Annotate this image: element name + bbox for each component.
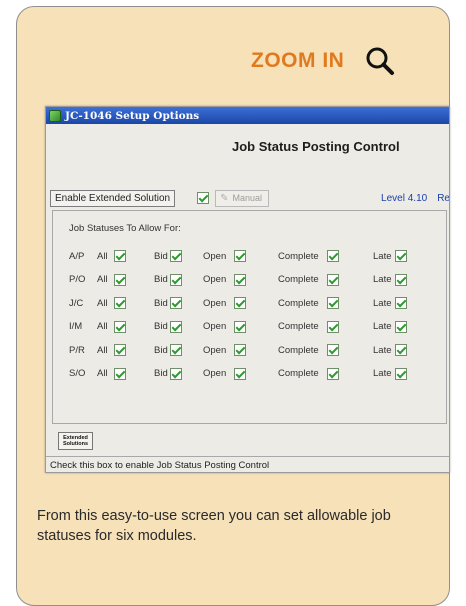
all-checkbox[interactable]	[114, 297, 126, 309]
module-label: P/O	[69, 274, 86, 285]
complete-checkbox[interactable]	[327, 344, 339, 356]
all-label: All	[97, 368, 108, 379]
bid-checkbox[interactable]	[170, 367, 182, 380]
bid-label: Bid	[154, 250, 168, 262]
all-label: All	[97, 321, 108, 332]
bid-checkbox[interactable]	[170, 320, 182, 333]
all-checkbox[interactable]	[114, 367, 126, 380]
open-label: Open	[203, 250, 227, 262]
late-checkbox[interactable]	[395, 367, 407, 380]
status-row: S/O All Bid Open Complete Late	[53, 366, 448, 382]
complete-checkbox[interactable]	[327, 367, 339, 380]
bid-checkbox[interactable]	[170, 273, 182, 286]
module-label: J/C	[69, 297, 84, 309]
module-label: A/P	[69, 250, 85, 262]
open-checkbox[interactable]	[234, 297, 246, 309]
status-bar: Check this box to enable Job Status Post…	[46, 456, 449, 472]
open-checkbox[interactable]	[234, 344, 246, 356]
late-checkbox[interactable]	[395, 320, 407, 333]
open-checkbox[interactable]	[234, 250, 246, 262]
complete-label: Complete	[278, 274, 319, 285]
all-checkbox[interactable]	[114, 273, 126, 286]
open-checkbox[interactable]	[234, 367, 246, 380]
enable-extended-label: Enable Extended Solution	[50, 189, 176, 207]
complete-label: Complete	[278, 321, 319, 332]
late-checkbox[interactable]	[395, 250, 407, 262]
late-label: Late	[373, 321, 392, 332]
open-label: Open	[203, 274, 227, 285]
open-checkbox[interactable]	[234, 273, 246, 286]
late-checkbox[interactable]	[395, 297, 407, 309]
complete-checkbox[interactable]	[327, 273, 339, 286]
all-checkbox[interactable]	[114, 344, 126, 356]
group-title: Job Statuses To Allow For:	[69, 223, 181, 234]
late-checkbox[interactable]	[395, 273, 407, 286]
complete-checkbox[interactable]	[327, 297, 339, 309]
extended-solutions-button[interactable]: Extended Solutions	[58, 432, 93, 450]
status-row: A/P All Bid Open Complete Late	[53, 248, 448, 264]
window-titlebar[interactable]: JC-1046 Setup Options	[46, 107, 449, 124]
page-heading: Job Status Posting Control	[232, 139, 400, 154]
complete-label: Complete	[278, 297, 319, 309]
job-status-group: Job Statuses To Allow For: A/P All Bid Open…	[52, 210, 447, 424]
setup-options-window: JC-1046 Setup Options Job Status Posting…	[45, 106, 450, 473]
late-label: Late	[373, 297, 392, 309]
status-row: J/C All Bid Open Complete Late	[53, 295, 448, 311]
open-label: Open	[203, 297, 227, 309]
open-label: Open	[203, 344, 227, 356]
complete-checkbox[interactable]	[327, 250, 339, 262]
complete-label: Complete	[278, 344, 319, 356]
late-label: Late	[373, 250, 392, 262]
module-label: I/M	[69, 321, 83, 332]
level-link[interactable]: Level 4.10	[381, 193, 427, 204]
late-checkbox[interactable]	[395, 344, 407, 356]
toolbar: Enable Extended Solution ✎ Manual Level …	[50, 187, 449, 209]
bid-label: Bid	[154, 274, 168, 285]
magnifier-icon	[366, 47, 395, 75]
all-checkbox[interactable]	[114, 250, 126, 262]
bid-label: Bid	[154, 344, 168, 356]
late-label: Late	[373, 344, 392, 356]
window-title: JC-1046 Setup Options	[65, 109, 200, 122]
caption-text: From this easy-to-use screen you can set…	[37, 508, 391, 544]
release-link[interactable]: Re	[437, 193, 449, 204]
manual-button[interactable]: ✎ Manual	[215, 189, 270, 207]
bid-checkbox[interactable]	[170, 250, 182, 262]
zoom-in-label: ZOOM IN	[251, 49, 345, 72]
zoom-in-header: ZOOM IN	[251, 45, 396, 77]
status-row: I/M All Bid Open Complete Late	[53, 319, 448, 335]
complete-label: Complete	[278, 250, 319, 262]
all-label: All	[97, 297, 108, 309]
bid-label: Bid	[154, 321, 168, 332]
late-label: Late	[373, 368, 392, 379]
status-row: P/R All Bid Open Complete Late	[53, 342, 448, 358]
enable-extended-checkbox[interactable]	[197, 192, 210, 204]
complete-checkbox[interactable]	[327, 320, 339, 333]
open-checkbox[interactable]	[234, 320, 246, 333]
all-label: All	[97, 344, 108, 356]
all-checkbox[interactable]	[114, 320, 126, 333]
all-label: All	[97, 274, 108, 285]
complete-label: Complete	[278, 368, 319, 379]
bid-checkbox[interactable]	[170, 297, 182, 309]
open-label: Open	[203, 368, 227, 379]
module-label: P/R	[69, 344, 85, 356]
pencil-icon: ✎	[220, 192, 229, 204]
status-row: P/O All Bid Open Complete Late	[53, 272, 448, 288]
manual-label: Manual	[232, 193, 263, 203]
module-label: S/O	[69, 368, 86, 379]
bid-label: Bid	[154, 297, 168, 309]
late-label: Late	[373, 274, 392, 285]
all-label: All	[97, 250, 108, 262]
bid-checkbox[interactable]	[170, 344, 182, 356]
open-label: Open	[203, 321, 227, 332]
bid-label: Bid	[154, 368, 168, 379]
app-icon	[49, 109, 61, 122]
